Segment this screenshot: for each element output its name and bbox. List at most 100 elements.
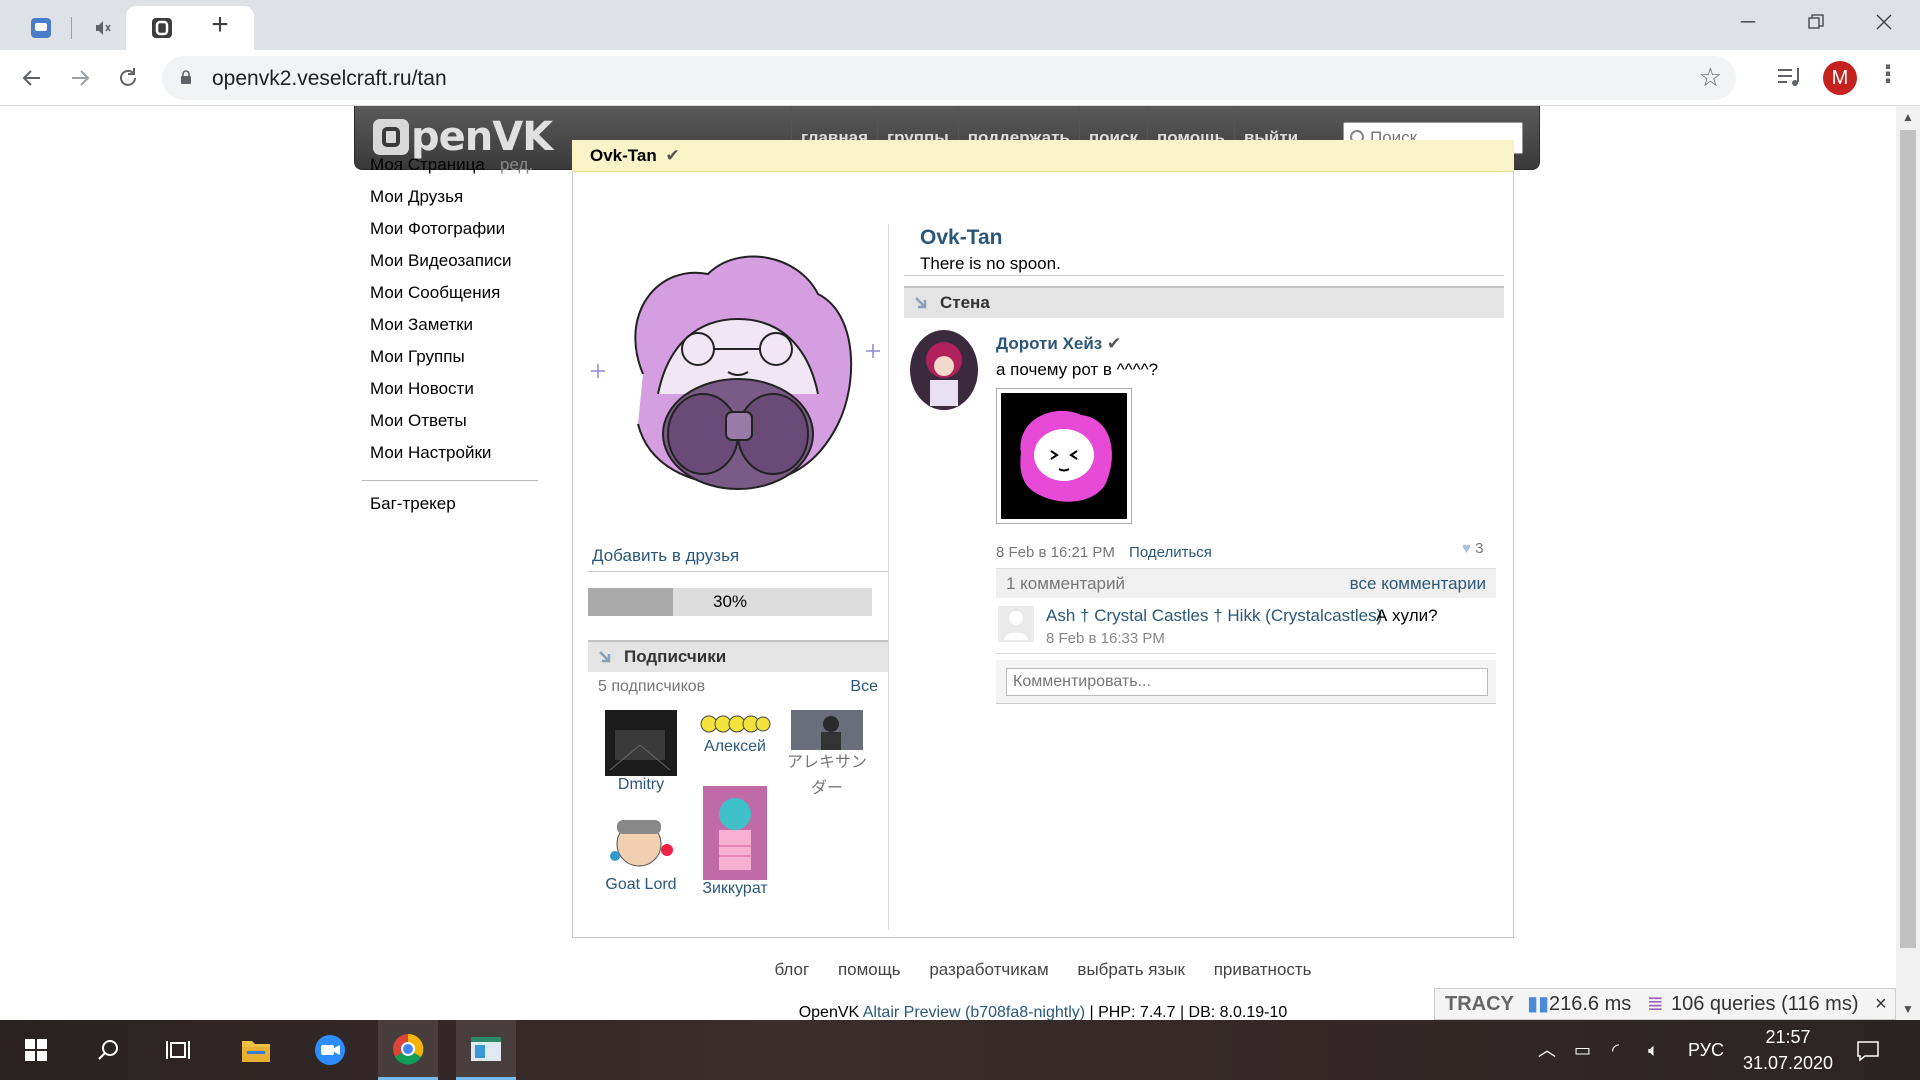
address-bar[interactable]: openvk2.veselcraft.ru/tan ☆ xyxy=(162,56,1736,100)
subscribers-all-link[interactable]: Все xyxy=(850,672,878,702)
version-link[interactable]: Altair Preview (b708fa8-nightly) xyxy=(863,1004,1085,1020)
menu-messages[interactable]: Мои Сообщения xyxy=(362,278,538,310)
taskbar-file-explorer[interactable] xyxy=(228,1020,284,1080)
wall-header: Стена xyxy=(904,286,1504,318)
menu-settings[interactable]: Мои Настройки xyxy=(362,438,538,470)
menu-friends[interactable]: Мои Друзья xyxy=(362,182,538,214)
restore-button[interactable] xyxy=(1788,0,1844,44)
subscriber-avatar xyxy=(605,710,677,776)
task-view-button[interactable] xyxy=(152,1020,204,1080)
scroll-down-icon[interactable]: ▼ xyxy=(1902,1002,1914,1016)
post-author-avatar[interactable] xyxy=(910,330,978,410)
comment-author-avatar[interactable] xyxy=(998,606,1034,642)
subscriber-name: アレキサンダー xyxy=(786,754,867,797)
menu-videos[interactable]: Мои Видеозаписи xyxy=(362,246,538,278)
footer-privacy[interactable]: приватность xyxy=(1214,960,1312,979)
menu-my-page[interactable]: Моя Страница ред. xyxy=(362,150,538,182)
bookmark-star-icon[interactable]: ☆ xyxy=(1699,62,1722,93)
comment-author[interactable]: Ash † Crystal Castles † Hikk (Crystalcas… xyxy=(1046,606,1382,626)
footer-developers[interactable]: разработчикам xyxy=(929,960,1048,979)
post-author-name: Дороти Хейз xyxy=(996,334,1103,353)
version-info: OpenVK Altair Preview (b708fa8-nightly) … xyxy=(572,1004,1514,1020)
page-title: Ovk-Tan ✔ xyxy=(572,140,1514,172)
footer-help[interactable]: помощь xyxy=(838,960,901,979)
tray-chevron-icon[interactable]: ︿ xyxy=(1538,1020,1556,1080)
window-app-icon xyxy=(471,1036,501,1061)
tracy-label: TRACY xyxy=(1445,993,1514,1015)
openvk-favicon xyxy=(152,18,172,38)
browser-menu-icon[interactable]: ⋮ xyxy=(1876,60,1900,89)
comment-input[interactable] xyxy=(1006,668,1488,696)
post-image[interactable] xyxy=(996,388,1132,524)
reload-button[interactable] xyxy=(108,58,148,98)
taskbar-search-button[interactable] xyxy=(82,1020,134,1080)
back-button[interactable] xyxy=(12,58,52,98)
menu-bugtracker[interactable]: Баг-трекер xyxy=(362,489,538,521)
clock-time: 21:57 xyxy=(1765,1027,1811,1047)
all-comments-link[interactable]: все комментарии xyxy=(1350,569,1486,599)
wifi-icon[interactable]: ◜ xyxy=(1612,1020,1619,1080)
comments-count: 1 комментарий xyxy=(1006,574,1125,593)
comment-form xyxy=(996,660,1496,704)
minimize-button[interactable]: ─ xyxy=(1720,0,1776,44)
menu-groups[interactable]: Мои Группы xyxy=(362,342,538,374)
database-icon: ≣ xyxy=(1647,993,1664,1015)
footer-language[interactable]: выбрать язык xyxy=(1077,960,1185,979)
new-tab-button[interactable]: + xyxy=(200,8,240,44)
profile-avatar[interactable] xyxy=(588,224,888,540)
profile-status: There is no spoon. xyxy=(904,252,1504,276)
post-author[interactable]: Дороти Хейз ✔ xyxy=(996,334,1121,354)
page-scrollbar[interactable]: ▲ ▼ xyxy=(1896,106,1920,1020)
media-control-icon[interactable] xyxy=(1774,62,1804,92)
scrollbar-thumb[interactable] xyxy=(1900,130,1916,948)
tracy-queries: 106 queries (116 ms) xyxy=(1671,993,1859,1015)
arrow-left-icon xyxy=(22,70,40,86)
menu-news[interactable]: Мои Новости xyxy=(362,374,538,406)
clock-date: 31.07.2020 xyxy=(1742,1053,1834,1073)
language-indicator[interactable]: РУС xyxy=(1688,1020,1724,1080)
wall-post: Дороти Хейз ✔ а почему рот в ^^^^? 8 Feb… xyxy=(904,318,1504,738)
post-meta: 8 Feb в 16:21 PM Поделиться xyxy=(996,544,1212,561)
ovk-tan-avatar-image xyxy=(591,255,880,490)
forward-button[interactable] xyxy=(60,58,100,98)
volume-icon[interactable]: 🔈︎ xyxy=(1648,1020,1659,1080)
chrome-icon xyxy=(393,1033,424,1065)
taskbar-chrome[interactable] xyxy=(378,1020,438,1080)
search-icon xyxy=(98,1040,118,1060)
edit-link[interactable]: ред. xyxy=(500,150,533,180)
taskbar-zoom[interactable] xyxy=(302,1020,358,1080)
profile-avatar-button[interactable]: M xyxy=(1823,61,1857,95)
subscriber-item[interactable]: Зиккурат xyxy=(690,786,780,898)
menu-notes[interactable]: Мои Заметки xyxy=(362,310,538,342)
subscriber-item[interactable]: Goat Lord xyxy=(596,806,686,894)
page-viewport: penVK главная группы поддержать поиск по… xyxy=(0,106,1896,1020)
tracy-debug-bar[interactable]: TRACY ▮▮ 216.6 ms ≣ 106 queries (116 ms)… xyxy=(1434,988,1896,1020)
checkmark-icon: ✔ xyxy=(1106,334,1122,353)
subscriber-item[interactable]: Алексей xyxy=(690,710,780,756)
post-text: а почему рот в ^^^^? xyxy=(996,360,1159,379)
tracy-close-button[interactable]: × xyxy=(1875,989,1887,1019)
menu-replies[interactable]: Мои Ответы xyxy=(362,406,538,438)
battery-icon[interactable]: ▭ xyxy=(1574,1020,1591,1080)
like-button[interactable]: ♥ 3 xyxy=(1462,540,1483,557)
section-arrow-icon xyxy=(915,297,927,309)
close-window-button[interactable] xyxy=(1856,0,1912,44)
start-button[interactable] xyxy=(10,1020,62,1080)
share-link[interactable]: Поделиться xyxy=(1129,544,1212,561)
notifications-icon[interactable] xyxy=(1856,1020,1880,1080)
subscriber-item[interactable]: Dmitry xyxy=(596,710,686,794)
tab-messages[interactable] xyxy=(18,6,64,50)
subscriber-item[interactable]: アレキサンダー xyxy=(782,710,872,802)
tab-muted[interactable] xyxy=(80,6,126,50)
page-title-text: Ovk-Tan xyxy=(590,146,657,165)
footer-blog[interactable]: блог xyxy=(774,960,809,979)
add-friend-link[interactable]: Добавить в друзья xyxy=(588,540,888,572)
scroll-up-icon[interactable]: ▲ xyxy=(1902,110,1914,124)
taskbar-app[interactable] xyxy=(456,1020,516,1080)
progress-label: 30% xyxy=(712,592,748,611)
menu-photos[interactable]: Мои Фотографии xyxy=(362,214,538,246)
taskbar-clock[interactable]: 21:57 31.07.2020 xyxy=(1738,1024,1838,1076)
subscriber-name: Зиккурат xyxy=(702,880,768,897)
heart-icon: ♥ xyxy=(1462,540,1471,557)
comment-text: А хули? xyxy=(1376,606,1438,625)
